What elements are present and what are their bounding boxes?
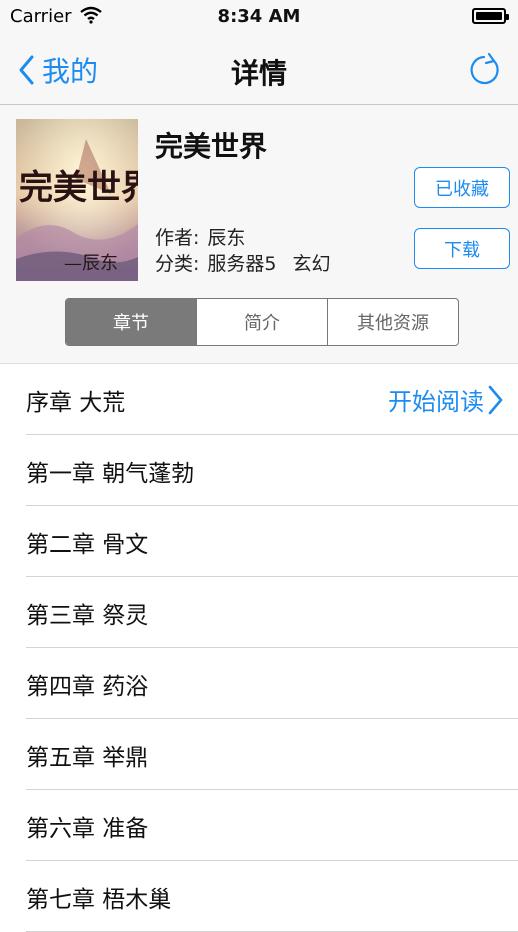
server-value: 服务器5: [207, 253, 277, 275]
book-cover[interactable]: 完美世界 —辰东: [16, 119, 138, 281]
category-line: 分类: 服务器5 玄幻: [155, 249, 331, 276]
chapter-title: 第三章 祭灵: [26, 602, 149, 629]
refresh-icon: [470, 52, 499, 85]
chapter-title: 第二章 骨文: [26, 531, 149, 558]
genre-value: 玄幻: [292, 253, 331, 275]
chapter-row[interactable]: 序章 大荒 开始阅读: [0, 364, 518, 435]
start-reading-button[interactable]: 开始阅读: [388, 382, 504, 417]
chevron-right-icon: [488, 385, 503, 414]
favorite-button[interactable]: 已收藏: [414, 167, 510, 208]
author-line: 作者: 辰东: [155, 223, 245, 250]
tab-intro[interactable]: 简介: [196, 299, 327, 345]
chapter-title: 序章 大荒: [26, 389, 126, 416]
chapter-row[interactable]: 第六章 准备: [0, 790, 518, 861]
status-time: 8:34 AM: [217, 6, 301, 27]
book-title: 完美世界: [155, 130, 268, 163]
tab-other-resources[interactable]: 其他资源: [327, 299, 458, 345]
download-button[interactable]: 下载: [414, 228, 510, 269]
chapter-title: 第四章 药浴: [26, 673, 149, 700]
tab-chapters[interactable]: 章节: [66, 299, 196, 345]
chapter-title: 第五章 举鼎: [26, 744, 149, 771]
detail-tabs: 章节 简介 其他资源: [65, 298, 459, 346]
chapter-row[interactable]: 第一章 朝气蓬勃: [0, 435, 518, 506]
chapter-row[interactable]: 第七章 梧木巢: [0, 861, 518, 932]
page-title: 详情: [230, 57, 287, 90]
battery-fill: [476, 12, 502, 20]
chapter-row[interactable]: 第五章 举鼎: [0, 719, 518, 790]
chapter-title: 第六章 准备: [26, 815, 149, 842]
chapter-row[interactable]: 第二章 骨文: [0, 506, 518, 577]
chapter-title: 第一章 朝气蓬勃: [26, 460, 195, 487]
refresh-button[interactable]: [466, 52, 502, 88]
chapter-title: 第七章 梧木巢: [26, 886, 172, 913]
cover-title: 完美世界: [19, 168, 138, 208]
nav-bar: 我的 详情: [0, 36, 518, 105]
chapter-row[interactable]: 第四章 药浴: [0, 648, 518, 719]
chapter-row[interactable]: 第三章 祭灵: [0, 577, 518, 648]
book-info: 完美世界 —辰东 完美世界 作者: 辰东 分类: 服务器5 玄幻 已收藏 下载 章节 …: [0, 105, 518, 364]
cover-author: —辰东: [64, 253, 118, 274]
battery-icon: [472, 8, 509, 24]
category-label: 分类:: [155, 253, 200, 275]
author-value: 辰东: [207, 227, 246, 249]
author-label: 作者:: [155, 227, 200, 249]
start-reading-label: 开始阅读: [388, 388, 484, 416]
status-bar: Carrier 8:34 AM: [0, 0, 518, 36]
chapter-list: 序章 大荒 开始阅读 第一章 朝气蓬勃 第二章 骨文 第三章 祭灵 第四章 药浴…: [0, 364, 518, 932]
